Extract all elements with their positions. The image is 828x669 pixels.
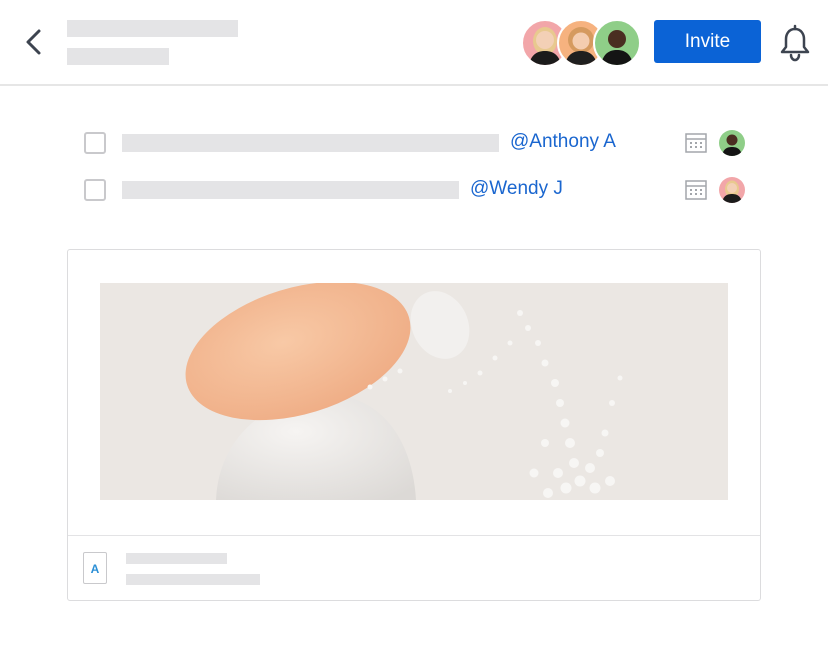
collaborator-avatars[interactable] [521,19,641,67]
person-icon [722,180,742,203]
file-preview-image[interactable] [100,283,728,500]
abstract-sculpture-image [100,283,728,500]
bell-icon[interactable] [778,24,812,62]
subtitle-placeholder [67,48,169,65]
top-bar: Invite [0,0,828,86]
invite-button[interactable]: Invite [654,20,761,63]
task-checkbox[interactable] [84,132,106,154]
avatar[interactable] [593,19,641,67]
person-icon [601,30,633,65]
task-mention[interactable]: @Anthony A [510,131,616,153]
task-text-placeholder [122,181,459,199]
calendar-icon[interactable] [685,180,707,200]
task-mention[interactable]: @Wendy J [470,178,563,200]
task-row: @Anthony A [0,122,828,162]
svg-text:A: A [91,562,100,576]
card-divider [68,535,760,536]
file-name-placeholder [126,553,227,564]
assignee-avatar[interactable] [719,130,745,156]
assignee-avatar[interactable] [719,177,745,203]
file-meta-placeholder [126,574,260,585]
task-text-placeholder [122,134,499,152]
task-row: @Wendy J [0,169,828,209]
calendar-icon[interactable] [685,133,707,153]
document-glyph-icon: A [91,562,100,576]
task-checkbox[interactable] [84,179,106,201]
person-icon [722,134,742,156]
file-card[interactable]: A [67,249,761,601]
chevron-left-icon[interactable] [22,28,46,56]
title-placeholder [67,20,238,37]
file-icon: A [83,552,107,584]
